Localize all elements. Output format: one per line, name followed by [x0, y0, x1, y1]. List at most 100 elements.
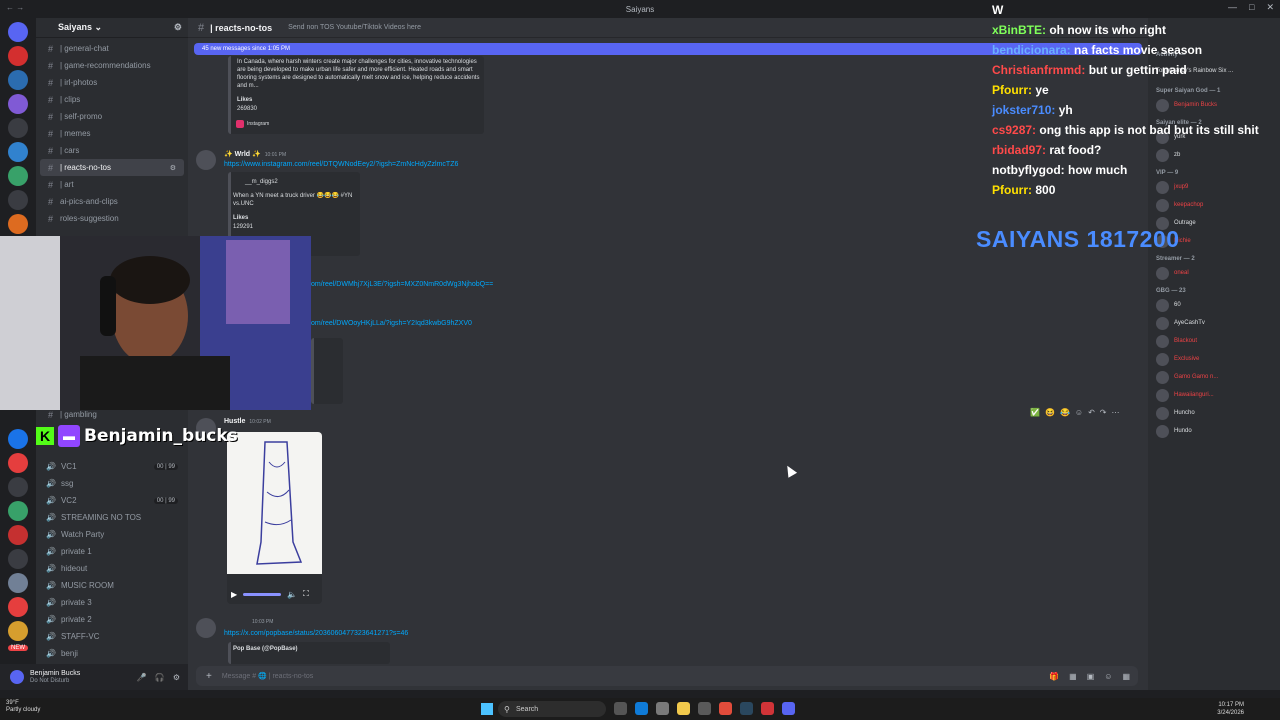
nav-arrows[interactable]: ← → — [6, 3, 24, 12]
microphone-icon[interactable]: 🎤 — [137, 673, 147, 682]
add-member-icon[interactable]: ⚙ — [174, 22, 182, 33]
server-icon[interactable] — [8, 118, 28, 138]
member-item[interactable]: Gamo Gamo n... — [1148, 368, 1280, 386]
voice-channel[interactable]: 🔊 STREAMING NO TOS — [36, 509, 188, 526]
server-icon[interactable] — [8, 573, 28, 593]
server-icon[interactable] — [8, 477, 28, 497]
server-icon[interactable] — [8, 501, 28, 521]
voice-channel[interactable]: 🔊 ssg — [36, 475, 188, 492]
member-item[interactable]: Exclusive — [1148, 350, 1280, 368]
message-link[interactable]: om/reel/DWMhj7XjL3E/?igsh=MXZ0NmR0dWg3Nj… — [311, 280, 493, 289]
settings-icon[interactable] — [698, 702, 711, 715]
member-item[interactable]: AyeCashTv — [1148, 314, 1280, 332]
fullscreen-icon[interactable]: ⛶ — [303, 589, 309, 599]
server-icon[interactable] — [8, 525, 28, 545]
member-item[interactable]: Hawaiianguri... — [1148, 386, 1280, 404]
taskbar-clock[interactable]: 10:17 PM 3/24/2026 — [1217, 701, 1244, 717]
voice-channel[interactable]: 🔊 VC1 00 | 99 — [36, 458, 188, 475]
taskbar-search[interactable]: ⚲ Search — [498, 701, 606, 717]
avatar[interactable] — [10, 670, 24, 684]
voice-channel[interactable]: 🔊 private 1 — [36, 543, 188, 560]
sticker-icon[interactable]: ▣ — [1087, 672, 1095, 681]
headphones-icon[interactable]: 🎧 — [155, 673, 165, 682]
channel-item[interactable]: # | general-chat — [36, 40, 188, 57]
play-icon[interactable]: ▶ — [231, 590, 237, 599]
message-input[interactable]: Message # 🌐 | reacts-no-tos — [222, 672, 313, 680]
member-item[interactable]: Huncho — [1148, 404, 1280, 422]
embed-author[interactable]: __m_diggs2 — [245, 178, 278, 187]
channel-item[interactable]: # | memes — [36, 125, 188, 142]
channel-item[interactable]: # | art — [36, 176, 188, 193]
server-icon[interactable] — [8, 166, 28, 186]
reply-icon[interactable]: ↶ — [1088, 408, 1095, 417]
member-item[interactable]: oneal — [1148, 264, 1280, 282]
video-attachment[interactable]: ▶ 🔈 ⛶ — [227, 432, 322, 604]
emoji-icon[interactable]: 😂 — [1060, 408, 1070, 417]
forward-icon[interactable]: ↷ — [1100, 408, 1107, 417]
add-attachment-icon[interactable]: + — [206, 671, 212, 682]
server-icon[interactable] — [8, 46, 28, 66]
server-icon[interactable] — [8, 549, 28, 569]
server-icon[interactable] — [8, 190, 28, 210]
channel-item-active[interactable]: # | reacts-no-tos ⚙ — [40, 159, 184, 176]
add-reaction-icon[interactable]: ☺ — [1075, 408, 1083, 417]
chrome-icon[interactable] — [719, 702, 732, 715]
member-item[interactable]: Blackout — [1148, 332, 1280, 350]
steam-icon[interactable] — [740, 702, 753, 715]
avatar[interactable] — [196, 618, 216, 638]
member-item[interactable]: Hundo — [1148, 422, 1280, 440]
voice-channel[interactable]: 🔊 VC2 00 | 99 — [36, 492, 188, 509]
weather-widget[interactable]: 39°F Partly cloudy — [6, 700, 40, 714]
channel-item[interactable]: # | clips — [36, 91, 188, 108]
server-icon[interactable] — [8, 94, 28, 114]
server-icon[interactable] — [8, 429, 28, 449]
emoji-icon[interactable]: 😆 — [1045, 408, 1055, 417]
voice-channel[interactable]: 🔊 Watch Party — [36, 526, 188, 543]
member-item[interactable]: 60 — [1148, 296, 1280, 314]
app-icon[interactable] — [761, 702, 774, 715]
voice-channel[interactable]: 🔊 MUSIC ROOM — [36, 577, 188, 594]
voice-channel[interactable]: 🔊 hideout — [36, 560, 188, 577]
volume-bar[interactable] — [243, 592, 282, 596]
apps-icon[interactable]: ▦ — [1122, 672, 1130, 681]
message-link[interactable]: https://x.com/popbase/status/20360604773… — [224, 629, 408, 638]
app-icon[interactable] — [656, 702, 669, 715]
gift-icon[interactable]: 🎁 — [1049, 672, 1059, 681]
avatar[interactable] — [196, 150, 216, 170]
message-link[interactable]: https://www.instagram.com/reel/DTQWNodEe… — [224, 160, 458, 169]
guild-header[interactable]: Saiyans ⌄ ⚙ — [36, 18, 188, 38]
message-author[interactable]: ✨ Wrld ✨ 10:01 PM — [224, 150, 286, 158]
voice-channel[interactable]: 🔊 private 2 — [36, 611, 188, 628]
file-explorer-icon[interactable] — [677, 702, 690, 715]
channel-item[interactable]: # roles-suggestion — [36, 210, 188, 227]
channel-item[interactable]: # ai-pics-and-clips — [36, 193, 188, 210]
voice-channel[interactable]: 🔊 private 3 — [36, 594, 188, 611]
server-icon[interactable] — [8, 621, 28, 641]
task-view-icon[interactable] — [614, 702, 627, 715]
server-icon[interactable] — [8, 142, 28, 162]
home-icon[interactable] — [8, 22, 28, 42]
server-icon[interactable] — [8, 70, 28, 90]
settings-icon[interactable]: ⚙ — [173, 673, 180, 682]
more-icon[interactable]: ⋯ — [1111, 408, 1119, 417]
message-link[interactable]: om/reel/DWOoyHKjLLa/?igsh=Y2Iqd3kwbG9hZX… — [311, 319, 472, 328]
volume-icon[interactable]: 🔈 — [287, 590, 297, 599]
settings-icon[interactable]: ⚙ — [170, 164, 176, 172]
embed-author[interactable]: Pop Base (@PopBase) — [233, 645, 298, 654]
server-icon[interactable] — [8, 214, 28, 234]
edge-icon[interactable] — [635, 702, 648, 715]
windows-start-icon[interactable] — [481, 703, 493, 715]
check-emoji-icon[interactable]: ✅ — [1030, 408, 1040, 417]
message-composer[interactable]: + Message # 🌐 | reacts-no-tos 🎁 ▦ ▣ ☺ ▦ — [196, 666, 1138, 686]
voice-channel[interactable]: 🔊 STAFF-VC — [36, 628, 188, 645]
channel-item[interactable]: # | game-recommendations — [36, 57, 188, 74]
discord-icon[interactable] — [782, 702, 795, 715]
server-icon[interactable] — [8, 597, 28, 617]
embed-source[interactable]: Instagram — [247, 120, 269, 129]
channel-item[interactable]: # | self-promo — [36, 108, 188, 125]
gif-icon[interactable]: ▦ — [1069, 672, 1077, 681]
emoji-icon[interactable]: ☺ — [1104, 672, 1112, 681]
channel-item[interactable]: # | cars — [36, 142, 188, 159]
channel-item[interactable]: # | irl-photos — [36, 74, 188, 91]
server-icon[interactable] — [8, 453, 28, 473]
